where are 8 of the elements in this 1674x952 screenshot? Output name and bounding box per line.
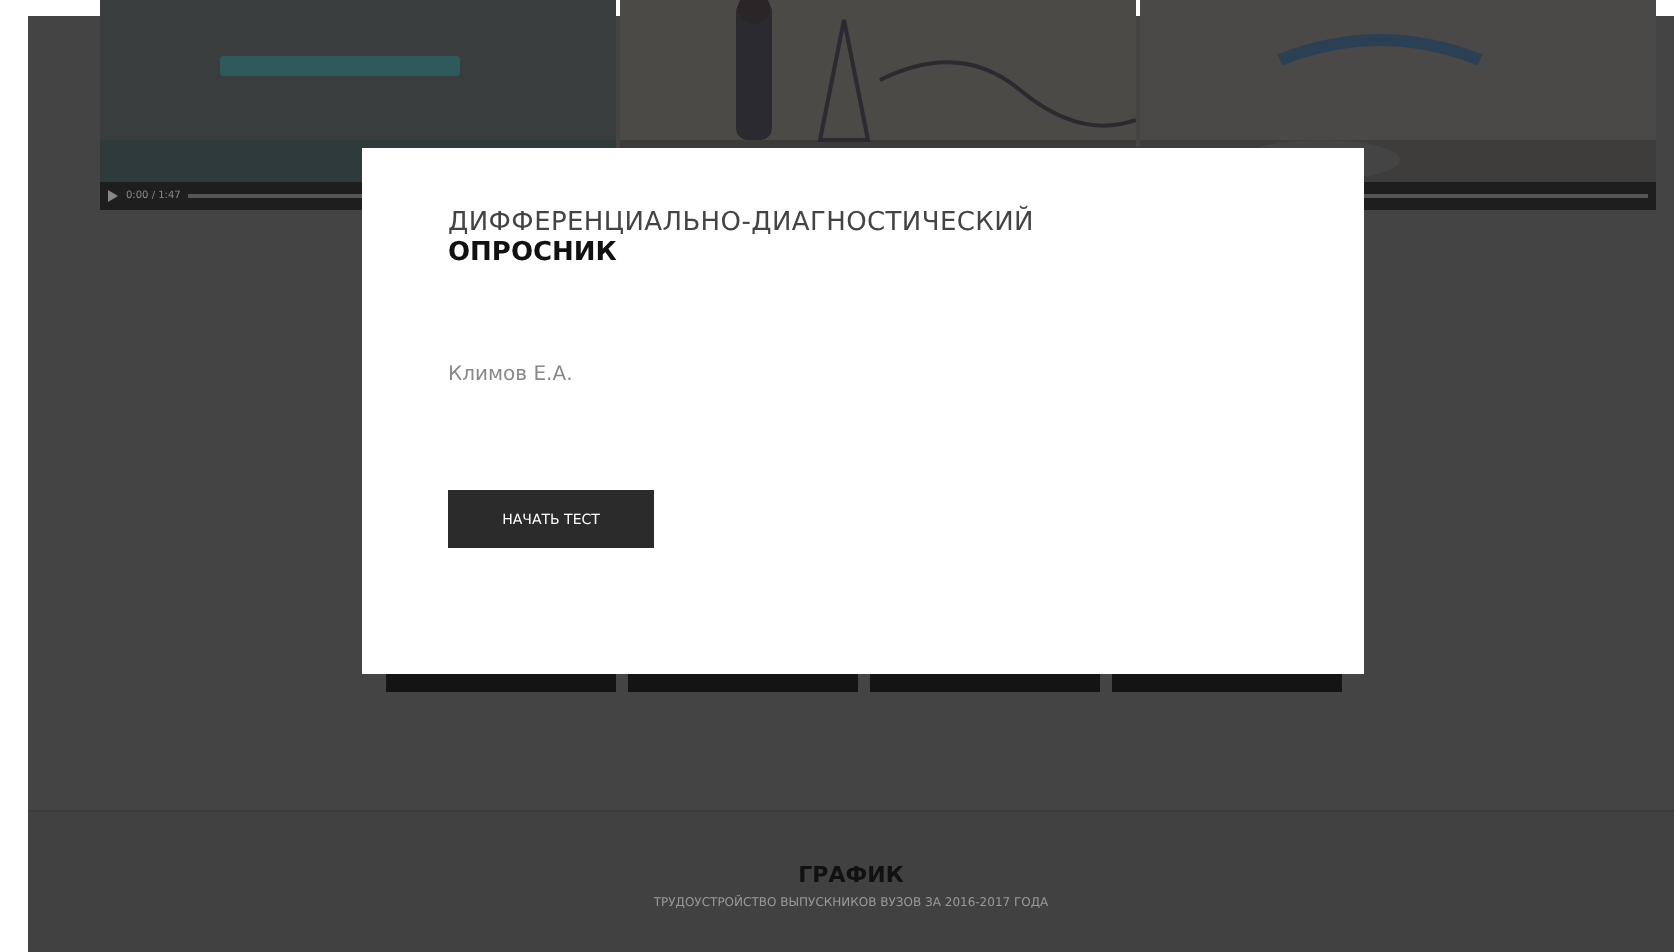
card-button[interactable] xyxy=(628,674,858,692)
card-button[interactable] xyxy=(1112,674,1342,692)
card-button[interactable] xyxy=(870,674,1100,692)
play-icon[interactable] xyxy=(108,190,118,202)
card-button[interactable] xyxy=(386,674,616,692)
modal-subtitle: ОПРОСНИК xyxy=(448,238,619,268)
modal-title: ДИФФЕРЕНЦИАЛЬНО-ДИАГНОСТИЧЕСКИЙ xyxy=(448,208,1036,238)
author-name: Климов Е.А. xyxy=(448,364,575,386)
